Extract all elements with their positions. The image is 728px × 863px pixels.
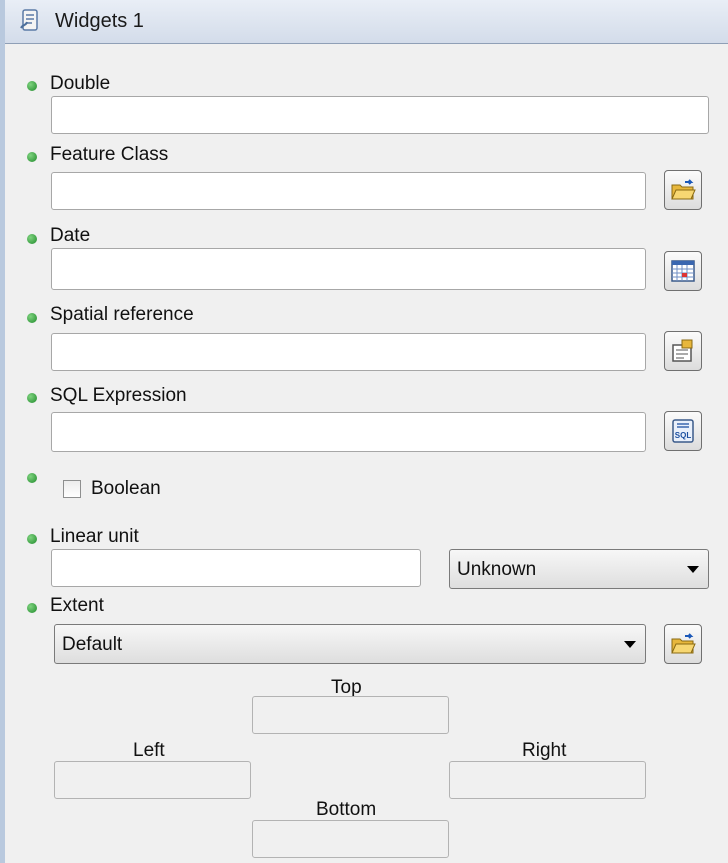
svg-text:SQL: SQL (675, 431, 692, 440)
extent-top-input[interactable] (252, 696, 449, 734)
linear-unit-label: Linear unit (50, 526, 139, 547)
required-bullet (27, 234, 37, 244)
required-bullet (27, 473, 37, 483)
boolean-checkbox[interactable] (63, 480, 81, 498)
required-bullet (27, 534, 37, 544)
required-bullet (27, 313, 37, 323)
spatial-reference-properties-button[interactable] (664, 331, 702, 371)
sql-expression-label: SQL Expression (50, 385, 187, 406)
spatial-reference-input[interactable] (51, 333, 646, 371)
extent-selected: Default (62, 634, 123, 655)
script-tool-icon (18, 8, 44, 34)
extent-dropdown[interactable]: Default (54, 624, 646, 664)
required-bullet (27, 603, 37, 613)
extent-left-label: Left (133, 740, 165, 761)
tool-dialog: Widgets 1 Double Feature Class Date Spat… (0, 0, 728, 863)
linear-unit-dropdown[interactable]: Unknown (449, 549, 709, 589)
extent-bottom-label: Bottom (316, 799, 377, 820)
feature-class-label: Feature Class (50, 144, 169, 165)
extent-right-input[interactable] (449, 761, 646, 799)
required-bullet (27, 393, 37, 403)
extent-right-label: Right (522, 740, 567, 761)
linear-unit-input[interactable] (51, 549, 421, 587)
boolean-label[interactable]: Boolean (91, 478, 161, 500)
window-title: Widgets 1 (55, 10, 144, 32)
title-bar: Widgets 1 (5, 0, 728, 44)
feature-class-input[interactable] (51, 172, 646, 210)
sql-expression-input[interactable] (51, 412, 646, 452)
chevron-down-icon (624, 641, 636, 648)
date-picker-button[interactable] (664, 251, 702, 291)
extent-label: Extent (50, 595, 104, 616)
extent-bottom-input[interactable] (252, 820, 449, 858)
double-label: Double (50, 73, 111, 94)
date-input[interactable] (51, 248, 646, 290)
linear-unit-selected: Unknown (457, 559, 537, 580)
date-label: Date (50, 225, 91, 246)
extent-browse-button[interactable] (664, 624, 702, 664)
chevron-down-icon (687, 566, 699, 573)
required-bullet (27, 152, 37, 162)
required-bullet (27, 81, 37, 91)
sql-builder-button[interactable]: SQL (664, 411, 702, 451)
extent-left-input[interactable] (54, 761, 251, 799)
spatial-reference-label: Spatial reference (50, 304, 194, 325)
feature-class-browse-button[interactable] (664, 170, 702, 210)
double-input[interactable] (51, 96, 709, 134)
